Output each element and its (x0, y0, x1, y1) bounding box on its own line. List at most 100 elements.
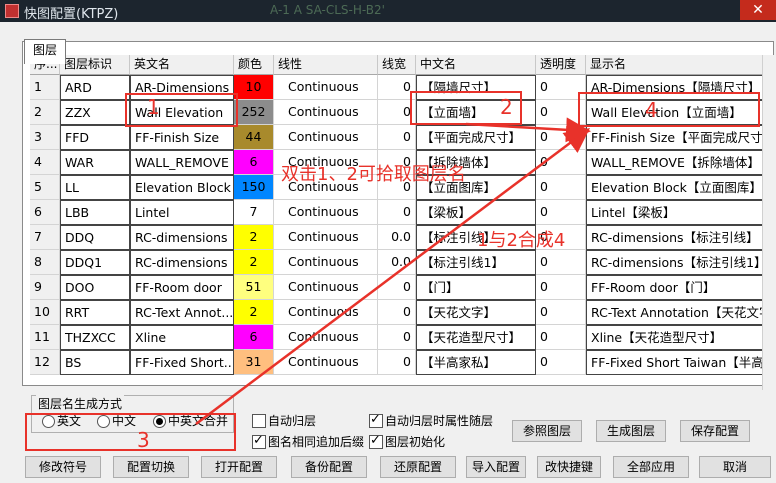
cell-linetype[interactable]: Continuous (274, 75, 378, 100)
cell-transparency[interactable]: 0 (536, 150, 586, 175)
bottom-button-1[interactable]: 配置切换 (113, 456, 189, 478)
table-row[interactable]: 6 LBB Lintel 7 Continuous 0 【梁板】 0 Lintel【梁板】 (30, 200, 772, 225)
cell-transparency[interactable]: 0 (536, 325, 586, 350)
cell-display-name[interactable]: Xline【天花造型尺寸】 (586, 325, 772, 350)
cell-transparency[interactable]: 0 (536, 175, 586, 200)
cell-english-name[interactable]: Elevation Block (130, 175, 234, 200)
table-row[interactable]: 10 RRT RC-Text Annot... 2 Continuous 0 【天花文字】 0… (30, 300, 772, 325)
cell-layer-id[interactable]: LL (60, 175, 130, 200)
table-row[interactable]: 8 DDQ1 RC-dimensions 2 Continuous 0.0 【标注引线1】 0… (30, 250, 772, 275)
cell-display-name[interactable]: Elevation Block【立面图库】 (586, 175, 772, 200)
cell-color[interactable]: 6 (234, 150, 274, 175)
tab-0[interactable]: 图层 (24, 39, 66, 64)
column-header-lineweight[interactable]: 线宽 (378, 55, 416, 75)
cell-transparency[interactable]: 0 (536, 200, 586, 225)
cell-layer-id[interactable]: LBB (60, 200, 130, 225)
cell-transparency[interactable]: 0 (536, 125, 586, 150)
table-scrollbar[interactable] (762, 55, 774, 390)
cell-linetype[interactable]: Continuous (274, 350, 378, 375)
cell-layer-id[interactable]: THZXCC (60, 325, 130, 350)
column-header-transparency[interactable]: 透明度 (536, 55, 586, 75)
cell-color[interactable]: 10 (234, 75, 274, 100)
cell-color[interactable]: 7 (234, 200, 274, 225)
cell-display-name[interactable]: WALL_REMOVE【拆除墙体】 (586, 150, 772, 175)
cell-color[interactable]: 31 (234, 350, 274, 375)
cell-color[interactable]: 51 (234, 275, 274, 300)
cell-linetype[interactable]: Continuous (274, 250, 378, 275)
cell-display-name[interactable]: FF-Room door【门】 (586, 275, 772, 300)
bottom-button-6[interactable]: 改快捷键 (537, 456, 601, 478)
cell-layer-id[interactable]: WAR (60, 150, 130, 175)
cell-lineweight[interactable]: 0 (378, 325, 416, 350)
cell-transparency[interactable]: 0 (536, 250, 586, 275)
cell-color[interactable]: 252 (234, 100, 274, 125)
cell-layer-id[interactable]: DOO (60, 275, 130, 300)
cell-lineweight[interactable]: 0.0 (378, 225, 416, 250)
cell-layer-id[interactable]: RRT (60, 300, 130, 325)
table-row[interactable]: 9 DOO FF-Room door 51 Continuous 0 【门】 0 FF-Room… (30, 275, 772, 300)
cell-display-name[interactable]: Lintel【梁板】 (586, 200, 772, 225)
cell-chinese-name[interactable]: 【半高家私】 (416, 350, 536, 375)
append-suffix-checkbox[interactable]: 图名相同追加后缀 (252, 433, 364, 450)
cell-chinese-name[interactable]: 【天花文字】 (416, 300, 536, 325)
bottom-button-0[interactable]: 修改符号 (25, 456, 101, 478)
cell-color[interactable]: 150 (234, 175, 274, 200)
cell-linetype[interactable]: Continuous (274, 125, 378, 150)
cell-transparency[interactable]: 0 (536, 350, 586, 375)
cell-english-name[interactable]: RC-Text Annot... (130, 300, 234, 325)
cell-lineweight[interactable]: 0 (378, 125, 416, 150)
cell-transparency[interactable]: 0 (536, 300, 586, 325)
cell-display-name[interactable]: FF-Finish Size【平面完成尺寸】 (586, 125, 772, 150)
cell-layer-id[interactable]: BS (60, 350, 130, 375)
cell-english-name[interactable]: FF-Fixed Short... (130, 350, 234, 375)
cell-chinese-name[interactable]: 【梁板】 (416, 200, 536, 225)
cell-chinese-name[interactable]: 【门】 (416, 275, 536, 300)
cell-lineweight[interactable]: 0 (378, 200, 416, 225)
table-row[interactable]: 3 FFD FF-Finish Size 44 Continuous 0 【平面完成尺寸】 0… (30, 125, 772, 150)
column-header-layer-id[interactable]: 图层标识 (60, 55, 130, 75)
cell-chinese-name[interactable]: 【天花造型尺寸】 (416, 325, 536, 350)
cell-english-name[interactable]: WALL_REMOVE (130, 150, 234, 175)
reference-layer-button[interactable]: 参照图层 (512, 420, 582, 442)
layer-init-checkbox[interactable]: 图层初始化 (369, 433, 445, 450)
cell-english-name[interactable]: RC-dimensions (130, 225, 234, 250)
cell-linetype[interactable]: Continuous (274, 225, 378, 250)
cell-english-name[interactable]: Lintel (130, 200, 234, 225)
cell-layer-id[interactable]: ZZX (60, 100, 130, 125)
auto-layer-bylayer-checkbox[interactable]: 自动归层时属性随层 (369, 412, 493, 429)
cell-layer-id[interactable]: FFD (60, 125, 130, 150)
column-header-linetype[interactable]: 线性 (274, 55, 378, 75)
column-header-english-name[interactable]: 英文名 (130, 55, 234, 75)
cell-linetype[interactable]: Continuous (274, 300, 378, 325)
cell-chinese-name[interactable]: 【标注引线1】 (416, 250, 536, 275)
cell-english-name[interactable]: FF-Finish Size (130, 125, 234, 150)
cell-chinese-name[interactable]: 【平面完成尺寸】 (416, 125, 536, 150)
generate-layer-button[interactable]: 生成图层 (596, 420, 666, 442)
table-row[interactable]: 11 THZXCC Xline 6 Continuous 0 【天花造型尺寸】 0 Xline【… (30, 325, 772, 350)
cell-english-name[interactable]: RC-dimensions (130, 250, 234, 275)
cell-english-name[interactable]: FF-Room door (130, 275, 234, 300)
cell-color[interactable]: 2 (234, 300, 274, 325)
column-header-display-name[interactable]: 显示名 (586, 55, 772, 75)
table-row[interactable]: 7 DDQ RC-dimensions 2 Continuous 0.0 【标注引线】 0 RC… (30, 225, 772, 250)
cell-transparency[interactable]: 0 (536, 275, 586, 300)
bottom-button-4[interactable]: 还原配置 (380, 456, 456, 478)
cell-linetype[interactable]: Continuous (274, 100, 378, 125)
cell-lineweight[interactable]: 0 (378, 275, 416, 300)
cell-color[interactable]: 2 (234, 225, 274, 250)
cell-lineweight[interactable]: 0.0 (378, 250, 416, 275)
cell-lineweight[interactable]: 0 (378, 300, 416, 325)
cell-layer-id[interactable]: ARD (60, 75, 130, 100)
cell-color[interactable]: 44 (234, 125, 274, 150)
close-button[interactable]: ✕ (740, 0, 776, 20)
cell-display-name[interactable]: FF-Fixed Short Taiwan【半高家私】 (586, 350, 772, 375)
cell-layer-id[interactable]: DDQ1 (60, 250, 130, 275)
auto-layer-checkbox[interactable]: 自动归层 (252, 413, 316, 429)
bottom-button-7[interactable]: 全部应用 (613, 456, 689, 478)
bottom-button-5[interactable]: 导入配置 (466, 456, 526, 478)
bottom-button-2[interactable]: 打开配置 (201, 456, 277, 478)
save-config-button[interactable]: 保存配置 (680, 420, 750, 442)
cell-linetype[interactable]: Continuous (274, 200, 378, 225)
cell-english-name[interactable]: Xline (130, 325, 234, 350)
cell-lineweight[interactable]: 0 (378, 350, 416, 375)
